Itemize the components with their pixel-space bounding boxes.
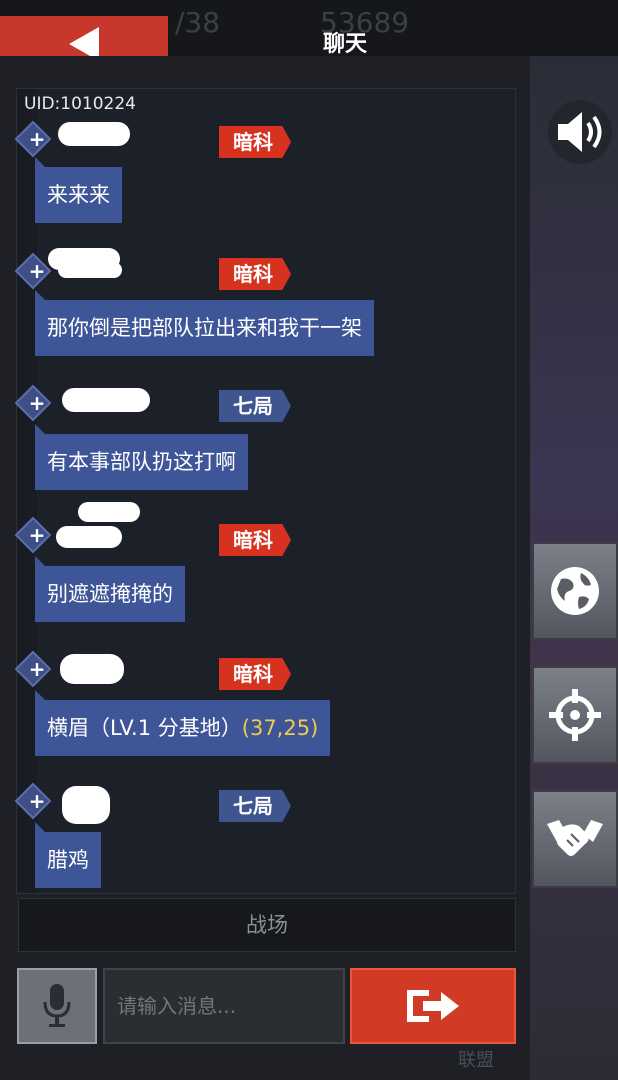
redacted-username	[78, 502, 140, 522]
alliance-button[interactable]	[532, 790, 618, 888]
faction-tag: 七局	[219, 390, 291, 422]
send-arrow-icon	[407, 990, 459, 1022]
redacted-username	[62, 388, 150, 412]
send-button[interactable]	[350, 968, 516, 1044]
message-input[interactable]	[103, 968, 345, 1044]
background-alliance-label: 联盟	[458, 1050, 494, 1071]
faction-tag: 暗科	[219, 126, 291, 158]
faction-tag: 暗科	[219, 658, 291, 690]
crosshair-icon	[549, 689, 601, 741]
redacted-username	[62, 786, 110, 824]
voice-button[interactable]	[17, 968, 97, 1044]
redacted-username	[60, 654, 124, 684]
page-title: 聊天	[322, 32, 367, 57]
message-bubble: 那你倒是把部队拉出来和我干一架	[35, 290, 374, 356]
message-bubble: 腊鸡	[35, 822, 101, 888]
locate-button[interactable]	[532, 666, 618, 764]
handshake-icon	[547, 820, 603, 856]
world-map-button[interactable]	[532, 542, 618, 640]
message-bubble: 横眉（LV.1 分基地）(37,25)	[35, 690, 331, 756]
microphone-icon	[43, 984, 71, 1027]
faction-tag: 七局	[219, 790, 291, 822]
user-id-label: UID:1010224	[24, 94, 136, 114]
faction-tag: 暗科	[219, 258, 291, 290]
speaker-button[interactable]	[548, 100, 612, 164]
map-coordinate-link[interactable]: (37,25)	[242, 716, 319, 740]
message-bubble: 有本事部队扔这打啊	[35, 424, 248, 490]
message-bubble: 来来来	[35, 157, 122, 223]
globe-icon	[551, 567, 599, 615]
message-bubble: 别遮遮掩掩的	[35, 556, 185, 622]
speaker-icon	[558, 112, 602, 152]
channel-tab-battlefield[interactable]: 战场	[18, 898, 516, 952]
redacted-username	[58, 122, 130, 146]
background-counter-left: /38	[175, 6, 221, 39]
faction-tag: 暗科	[219, 524, 291, 556]
